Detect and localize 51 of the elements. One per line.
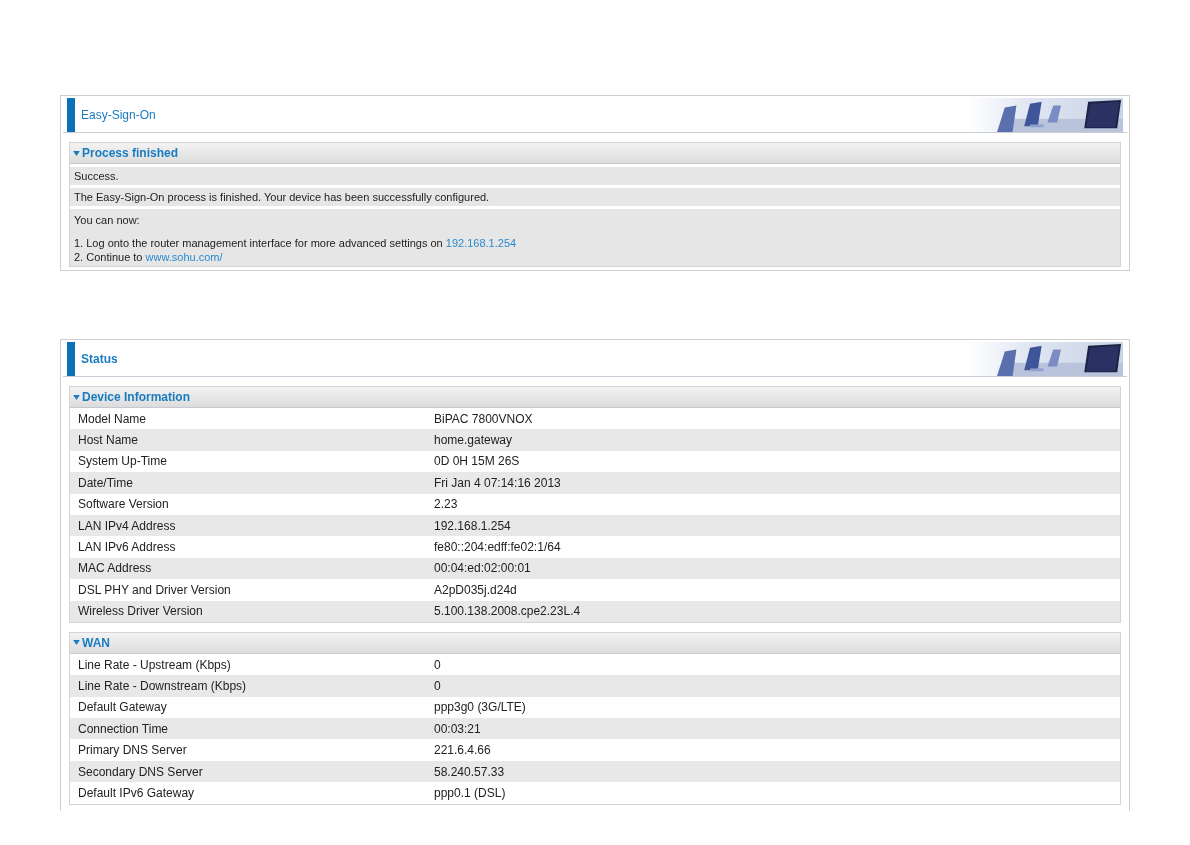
field-label: System Up-Time <box>77 454 168 469</box>
message-text: The Easy-Sign-On process is finished. Your device has been successfully configured. <box>74 191 490 203</box>
field-label: LAN IPv4 Address <box>77 518 177 533</box>
section-header[interactable]: Process finished <box>70 143 1120 164</box>
field-label: Default Gateway <box>77 700 168 715</box>
panel-title: Easy-Sign-On <box>81 108 157 122</box>
link[interactable]: 192.168.1.254 <box>445 237 517 249</box>
field-value: ppp0.1 (DSL) <box>434 785 506 800</box>
message-text: Success. <box>74 170 119 182</box>
field-value: 00:04:ed:02:00:01 <box>434 561 531 576</box>
field-label: Date/Time <box>77 475 134 490</box>
section-title: Device Information <box>82 390 191 404</box>
field-label: MAC Address <box>77 561 153 576</box>
field-value: 58.240.57.33 <box>434 764 505 779</box>
header-accent-icon <box>67 342 75 376</box>
link[interactable]: www.sohu.com/ <box>145 251 223 263</box>
field-value: 5.100.138.2008.cpe2.23L.4 <box>434 604 581 619</box>
field-label: Model Name <box>77 411 148 426</box>
field-label: DSL PHY and Driver Version <box>77 582 232 597</box>
field-value: 221.6.4.66 <box>434 743 491 758</box>
field-value: 2.23 <box>434 497 458 512</box>
field-label: Software Version <box>77 497 170 512</box>
field-label: Default IPv6 Gateway <box>77 785 196 800</box>
message-text: You can now: <box>74 213 141 227</box>
instruction-text: 2. Continue to <box>74 251 143 263</box>
instruction-text: 1. Log onto the router management interface for more advanced settings on <box>74 237 443 249</box>
field-label: Line Rate - Downstream (Kbps) <box>77 679 248 693</box>
field-value: fe80::204:edff:fe02:1/64 <box>434 540 561 555</box>
section-header[interactable]: WAN <box>70 632 1120 654</box>
field-value: A2pD035j.d24d <box>434 582 517 597</box>
field-label: Connection Time <box>77 721 170 736</box>
field-value: 0D 0H 15M 26S <box>434 454 520 469</box>
field-label: LAN IPv6 Address <box>77 540 177 555</box>
field-label: Line Rate - Upstream (Kbps) <box>77 657 232 672</box>
field-value: home.gateway <box>434 433 513 448</box>
field-value: 0 <box>434 679 441 693</box>
field-value: 00:03:21 <box>434 721 481 736</box>
field-label: Primary DNS Server <box>77 743 188 758</box>
field-label: Host Name <box>77 433 140 448</box>
field-value: 0 <box>434 657 441 672</box>
field-value: 192.168.1.254 <box>434 518 511 533</box>
field-label: Secondary DNS Server <box>77 764 204 779</box>
section-title: Process finished <box>82 146 179 160</box>
field-value: ppp3g0 (3G/LTE) <box>434 700 526 715</box>
field-label: Wireless Driver Version <box>77 604 204 619</box>
section-header[interactable]: Device Information <box>70 387 1120 408</box>
panel-title: Status <box>81 352 119 366</box>
header-accent-icon <box>67 98 75 132</box>
field-value: BiPAC 7800VNOX <box>434 411 533 426</box>
section-title: WAN <box>82 635 110 650</box>
field-value: Fri Jan 4 07:14:16 2013 <box>434 475 561 490</box>
